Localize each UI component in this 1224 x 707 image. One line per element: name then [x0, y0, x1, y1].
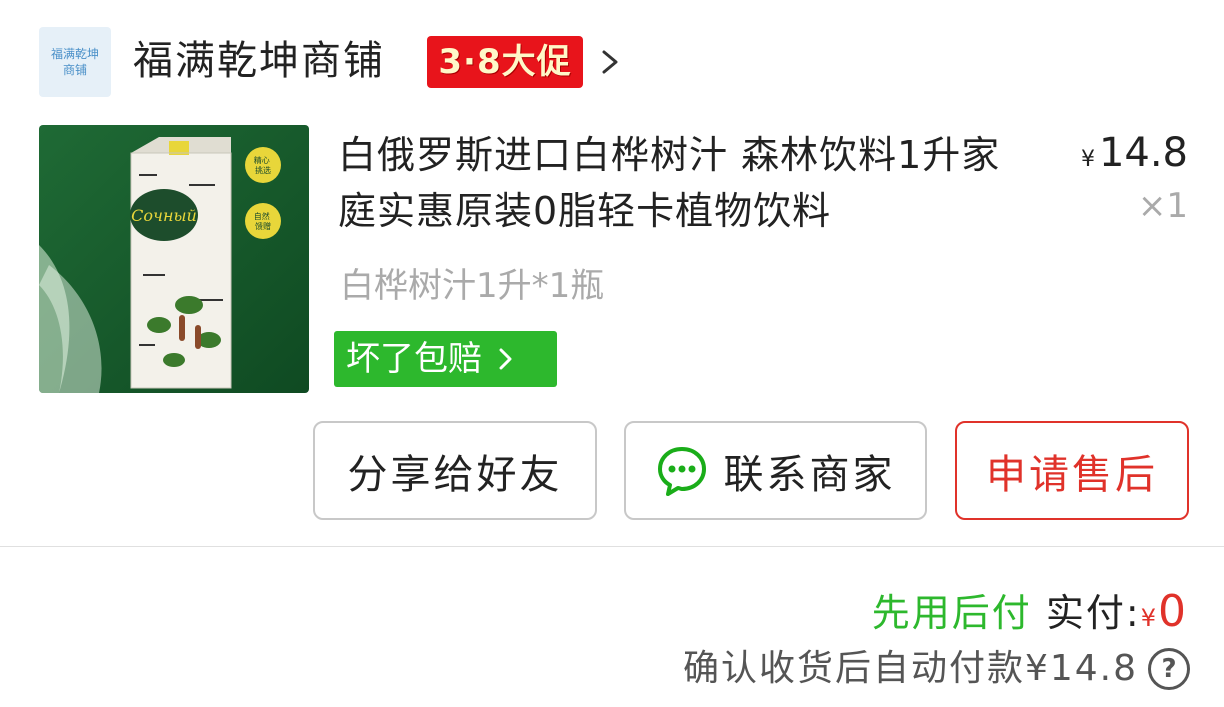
- product-variant: 白桦树汁1升*1瓶: [340, 266, 605, 306]
- product-image-brand: Сочный: [131, 206, 197, 225]
- product-title[interactable]: 白俄罗斯进口白桦树汁 森林饮料1升家庭实惠原装0脂轻卡植物饮料: [338, 127, 1028, 239]
- after-sale-label: 申请售后: [986, 451, 1158, 498]
- chevron-right-icon[interactable]: [598, 44, 622, 80]
- paid-label: 实付:: [1045, 591, 1141, 635]
- divider: [0, 546, 1224, 547]
- payment-summary: 先用后付 实付:¥0: [872, 586, 1188, 644]
- contact-seller-label: 联系商家: [723, 451, 896, 498]
- price-currency: ¥: [1080, 147, 1095, 172]
- auto-pay-text: 确认收货后自动付款¥14.8: [682, 648, 1138, 689]
- product-image-art: Сочный 精心 挑选 自然 馈赠: [39, 125, 309, 393]
- shop-logo[interactable]: 福满乾坤 商铺: [39, 27, 111, 97]
- help-icon[interactable]: ?: [1148, 648, 1190, 690]
- guarantee-tag[interactable]: 坏了包赔: [334, 331, 557, 387]
- chevron-right-icon: [499, 348, 512, 370]
- shop-logo-line2: 商铺: [62, 63, 87, 77]
- product-image[interactable]: Сочный 精心 挑选 自然 馈赠: [39, 125, 309, 393]
- guarantee-label: 坏了包赔: [346, 339, 482, 379]
- shop-name[interactable]: 福满乾坤商铺: [133, 36, 385, 86]
- shop-logo-line1: 福满乾坤: [50, 47, 99, 61]
- share-button[interactable]: 分享给好友: [313, 421, 597, 520]
- paid-amount: 0: [1158, 586, 1188, 637]
- after-sale-button[interactable]: 申请售后: [955, 421, 1189, 520]
- product-quantity: ×1: [1137, 186, 1188, 226]
- promo-badge[interactable]: 3·8大促: [427, 36, 583, 88]
- auto-pay-note: 确认收货后自动付款¥14.8 ?: [683, 643, 1190, 695]
- paid-currency: ¥: [1140, 604, 1158, 632]
- chat-bubble-icon: [657, 446, 706, 496]
- price-value: 14.8: [1098, 130, 1188, 176]
- pay-later-label[interactable]: 先用后付: [872, 591, 1032, 635]
- contact-seller-button[interactable]: 联系商家: [624, 421, 927, 520]
- share-button-label: 分享给好友: [347, 451, 563, 498]
- product-price: ¥14.8: [1081, 127, 1188, 186]
